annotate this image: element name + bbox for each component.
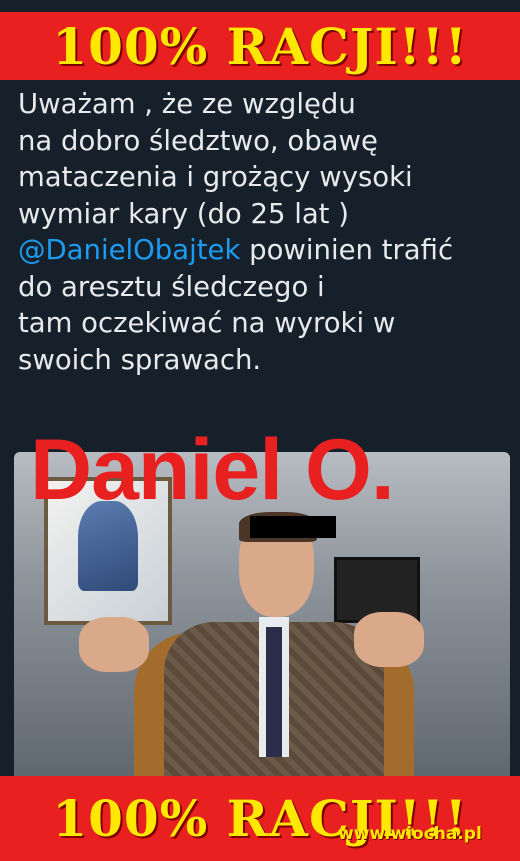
mention-link[interactable]: @DanielObajtek	[18, 234, 240, 266]
tweet-line: na dobro śledztwo, obawę	[18, 124, 378, 157]
man-tie	[266, 627, 282, 757]
bottom-banner: 100% RACJI!!!	[0, 776, 520, 861]
top-banner-text: 100% RACJI!!!	[52, 16, 468, 76]
tweet-line: swoich sprawach.	[18, 343, 262, 376]
tweet-line-rest: powinien trafić	[240, 234, 454, 266]
right-hand	[354, 612, 424, 667]
tweet-line: Uważam , że ze względu	[18, 88, 356, 120]
tweet-line: tam oczekiwać na wyroki w	[18, 307, 396, 339]
top-banner: 100% RACJI!!!	[0, 12, 520, 80]
top-strip	[0, 0, 520, 12]
tweet-line: mataczenia i grożący wysoki	[18, 161, 413, 193]
tweet-line-mention: @DanielObajtek powinien trafić	[18, 232, 508, 269]
left-hand	[79, 617, 149, 672]
overlay-title: Daniel O.	[30, 422, 395, 518]
tweet-line: do aresztu śledczego i	[18, 270, 325, 303]
watermark: www.wiocha.pl	[338, 824, 482, 844]
tweet-line: wymiar kary (do 25 lat )	[18, 197, 349, 230]
tweet-text: Uważam , że ze względu na dobro śledztwo…	[18, 86, 508, 378]
